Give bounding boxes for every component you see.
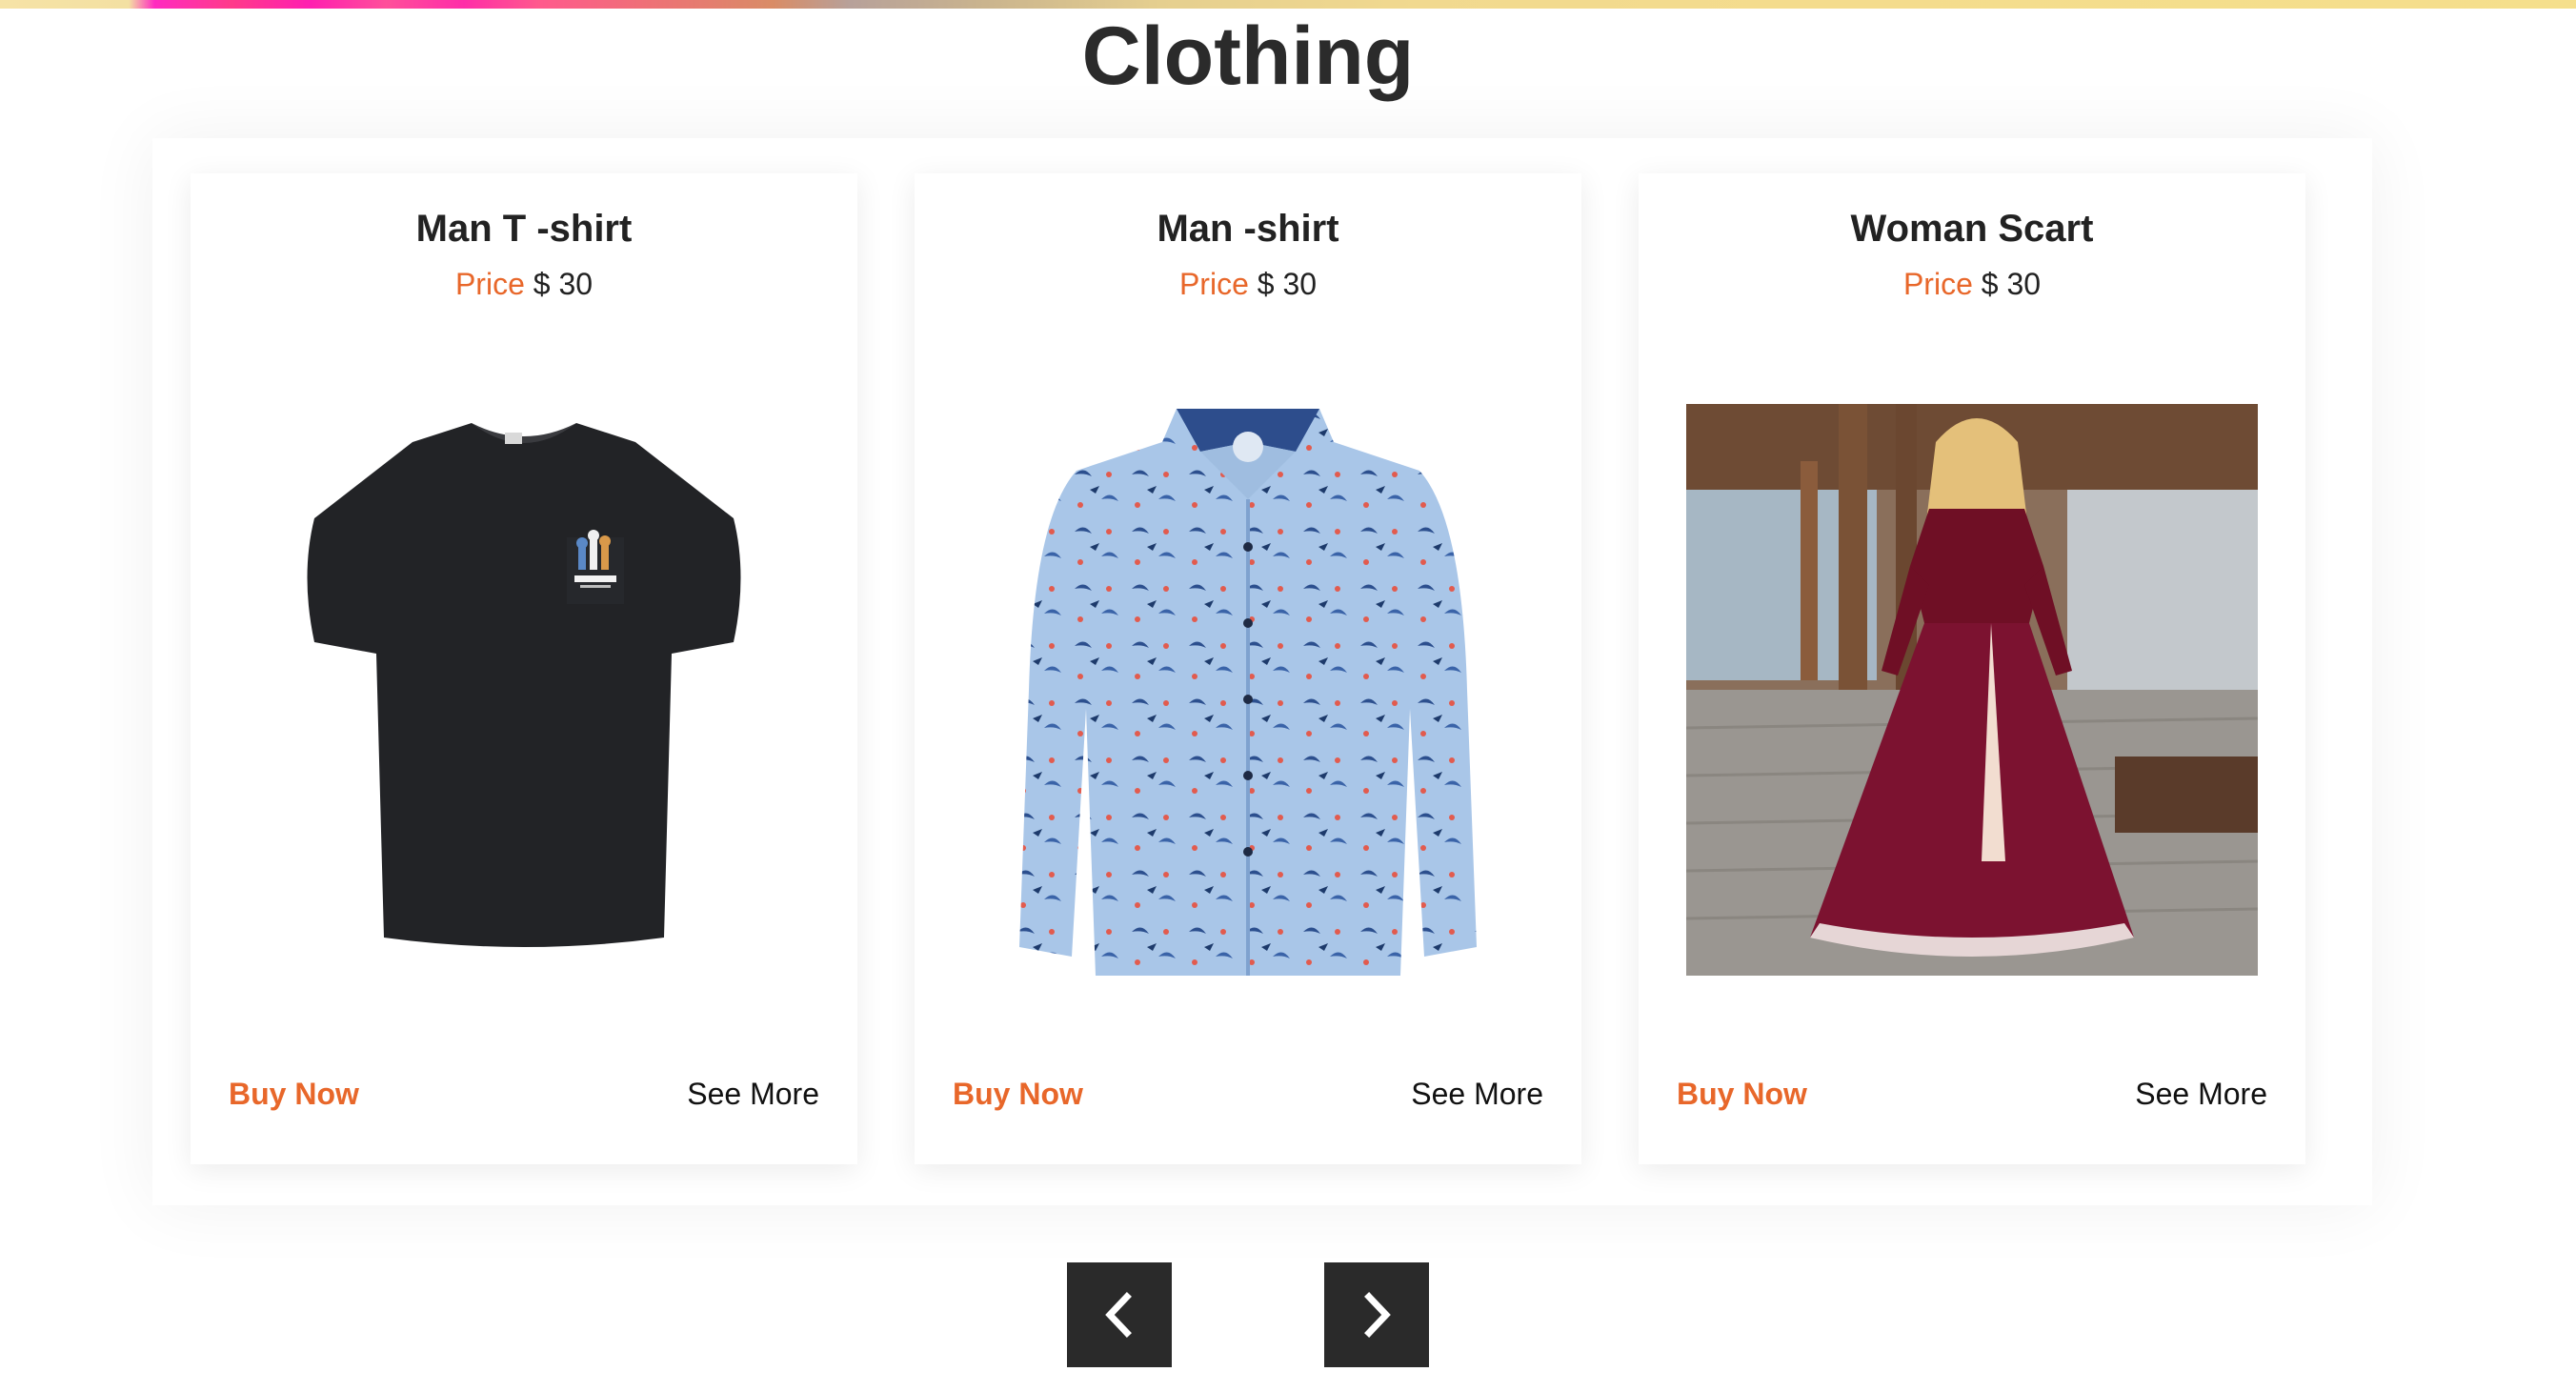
- product-name: Woman Scart: [1850, 208, 2094, 250]
- buy-now-button[interactable]: Buy Now: [953, 1077, 1083, 1112]
- buy-now-button[interactable]: Buy Now: [1677, 1077, 1807, 1112]
- product-image[interactable]: [962, 404, 1534, 976]
- price-value: $ 30: [1257, 267, 1318, 301]
- product-price: Price $ 30: [1639, 267, 2305, 302]
- product-image[interactable]: [238, 404, 810, 976]
- product-card: Woman Scart Price $ 30 Buy Now See More: [1639, 173, 2305, 1164]
- product-name: Man T -shirt: [415, 208, 633, 250]
- price-label: Price: [454, 267, 525, 301]
- chevron-right-icon: [1364, 1292, 1391, 1338]
- carousel-next-button[interactable]: [1324, 1262, 1429, 1367]
- price-value: $ 30: [1981, 267, 2042, 301]
- clothing-page: Clothing Man T -shirt Price $ 30 Buy Now…: [0, 0, 2576, 1392]
- chevron-left-icon: [1105, 1292, 1132, 1338]
- see-more-link[interactable]: See More: [687, 1077, 819, 1112]
- product-name: Man -shirt: [1157, 208, 1339, 250]
- price-label: Price: [1902, 267, 1973, 301]
- price-label: Price: [1178, 267, 1249, 301]
- black-tshirt-image: [307, 423, 741, 947]
- price-value: $ 30: [533, 267, 594, 301]
- velvet-dress-photo: [1686, 404, 2258, 976]
- product-image[interactable]: [1686, 404, 2258, 976]
- product-price: Price $ 30: [191, 267, 857, 302]
- product-card: Man T -shirt Price $ 30 Buy Now See More: [191, 173, 857, 1164]
- patterned-shirt-image: [1019, 409, 1477, 976]
- section-title: Clothing: [1081, 10, 1415, 102]
- see-more-link[interactable]: See More: [1411, 1077, 1543, 1112]
- product-price: Price $ 30: [915, 267, 1581, 302]
- carousel-prev-button[interactable]: [1067, 1262, 1172, 1367]
- see-more-link[interactable]: See More: [2135, 1077, 2267, 1112]
- buy-now-button[interactable]: Buy Now: [229, 1077, 359, 1112]
- product-card: Man -shirt Price $ 30 Buy Now See More: [915, 173, 1581, 1164]
